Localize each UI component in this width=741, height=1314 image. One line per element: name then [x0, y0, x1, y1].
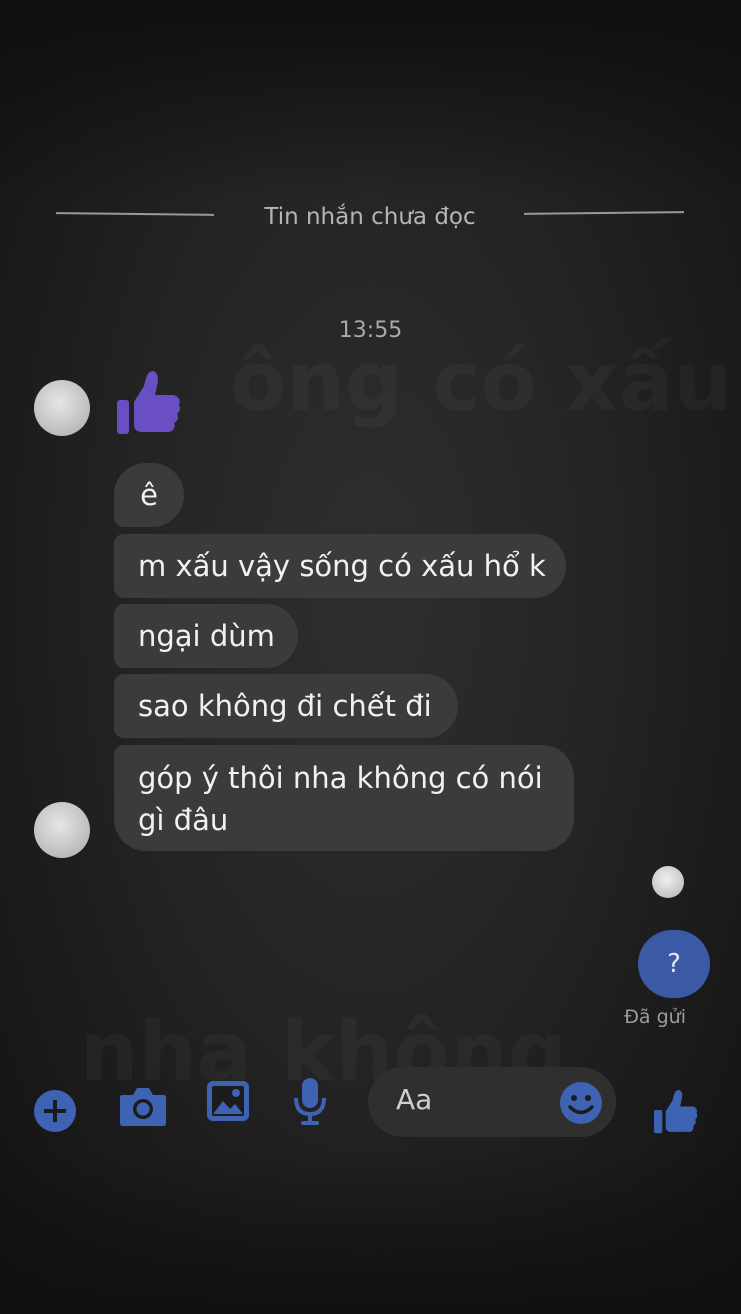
- bottom-vignette: [0, 1150, 741, 1314]
- message-bubble-5[interactable]: góp ý thôi nha không có nói gì đâu: [114, 745, 574, 851]
- sender-avatar[interactable]: [34, 380, 90, 436]
- unread-divider: Tin nhắn chưa đọc: [55, 200, 685, 240]
- chat-screen: ông có xấu nha không Tin nhắn chưa đọc 1…: [0, 0, 741, 1314]
- sent-message-bubble[interactable]: ?: [638, 930, 710, 998]
- camera-icon[interactable]: [118, 1083, 168, 1129]
- unread-label: Tin nhắn chưa đọc: [264, 204, 476, 230]
- thumbs-up-icon[interactable]: [114, 368, 184, 438]
- plus-circle-icon[interactable]: [32, 1088, 78, 1134]
- image-icon[interactable]: [205, 1079, 251, 1123]
- sent-status: Đã gửi: [624, 1006, 686, 1028]
- sender-avatar-last[interactable]: [34, 802, 90, 858]
- message-bubble-2[interactable]: m xấu vậy sống có xấu hổ k: [114, 534, 566, 598]
- message-bubble-1[interactable]: ê: [114, 463, 184, 527]
- top-vignette: [0, 0, 741, 200]
- smiley-icon[interactable]: [558, 1080, 604, 1126]
- seen-avatar-indicator: [652, 866, 684, 898]
- ghost-text-1: ông có xấu: [230, 335, 732, 430]
- microphone-icon[interactable]: [292, 1076, 328, 1126]
- message-bubble-4[interactable]: sao không đi chết đi: [114, 674, 458, 738]
- message-input[interactable]: Aa: [368, 1067, 616, 1137]
- message-input-placeholder: Aa: [396, 1083, 433, 1116]
- message-bubble-3[interactable]: ngại dùm: [114, 604, 298, 668]
- message-timestamp: 13:55: [338, 318, 403, 343]
- thumbs-up-icon[interactable]: [652, 1088, 700, 1136]
